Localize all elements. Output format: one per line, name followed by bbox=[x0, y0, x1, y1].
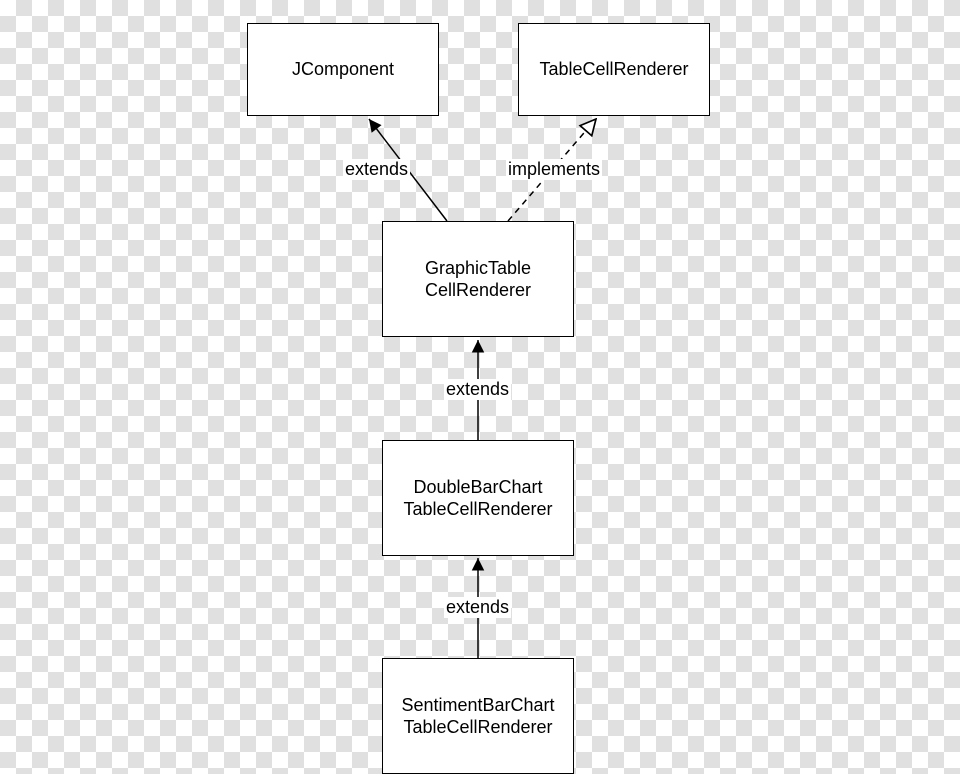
node-doublebarchart-line1: DoubleBarChart bbox=[413, 477, 542, 497]
node-doublebarchart: DoubleBarChart TableCellRenderer bbox=[382, 440, 574, 556]
edge-label-extends3: extends bbox=[444, 597, 511, 618]
node-jcomponent-label: JComponent bbox=[292, 58, 394, 81]
node-jcomponent: JComponent bbox=[247, 23, 439, 116]
node-graphictable-line1: GraphicTable bbox=[425, 258, 531, 278]
node-graphictable: GraphicTable CellRenderer bbox=[382, 221, 574, 337]
node-sentimentbarchart-line1: SentimentBarChart bbox=[401, 695, 554, 715]
node-tablecellrenderer: TableCellRenderer bbox=[518, 23, 710, 116]
edge-label-extends2: extends bbox=[444, 379, 511, 400]
node-tablecellrenderer-label: TableCellRenderer bbox=[539, 58, 688, 81]
node-graphictable-line2: CellRenderer bbox=[425, 280, 531, 300]
node-sentimentbarchart-line2: TableCellRenderer bbox=[403, 717, 552, 737]
edge-label-extends1: extends bbox=[343, 159, 410, 180]
node-sentimentbarchart: SentimentBarChart TableCellRenderer bbox=[382, 658, 574, 774]
edge-label-implements: implements bbox=[506, 159, 602, 180]
node-doublebarchart-line2: TableCellRenderer bbox=[403, 499, 552, 519]
